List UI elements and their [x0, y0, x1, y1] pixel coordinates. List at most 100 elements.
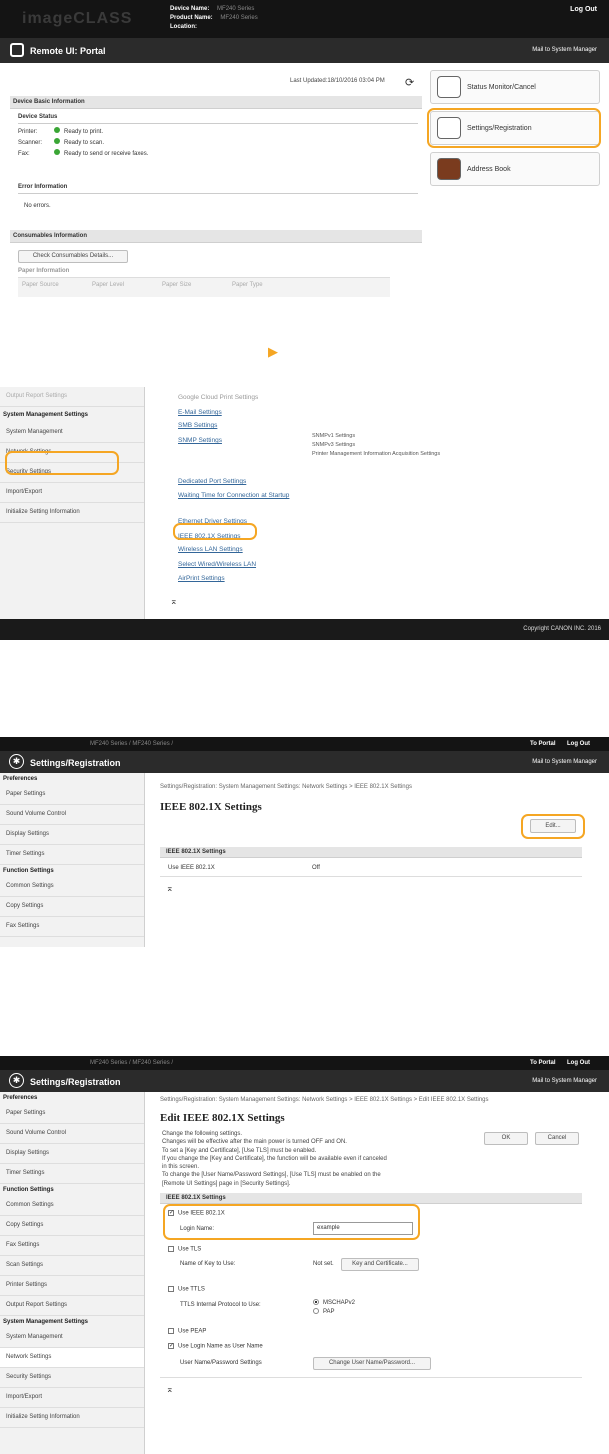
use-tls-checkbox[interactable]: Use TLS: [168, 1246, 201, 1253]
settings-link[interactable]: Dedicated Port Settings: [178, 477, 246, 486]
sidebar-item-import-export[interactable]: Import/Export: [0, 1388, 144, 1408]
top-header: MF240 Series / MF240 Series / To Portal …: [0, 1056, 609, 1070]
settings-link[interactable]: SNMP Settings: [178, 436, 222, 445]
sidebar-item-timer-settings[interactable]: Timer Settings: [0, 845, 144, 865]
mail-link[interactable]: Mail to System Manager: [532, 759, 597, 765]
settings-link[interactable]: Wireless LAN Settings: [178, 545, 243, 554]
use-ttls-label: Use TTLS: [178, 1286, 205, 1293]
checkbox-icon[interactable]: [168, 1246, 174, 1252]
cancel-button[interactable]: Cancel: [535, 1132, 579, 1145]
snmp-sub-link[interactable]: SNMPv3 Settings: [312, 441, 440, 450]
status-list: Printer: Ready to print. Scanner: Ready to …: [18, 127, 148, 160]
portal-menu-item[interactable]: Status Monitor/Cancel: [430, 70, 600, 104]
page-heading: Edit IEEE 802.1X Settings: [160, 1112, 285, 1124]
network-settings-screenshot: Output Report Settings System Management …: [0, 387, 609, 640]
sidebar-item-security-settings[interactable]: Security Settings: [0, 1368, 144, 1388]
paper-column-header: Paper Source: [22, 282, 59, 288]
radio-selected-icon[interactable]: [313, 1299, 319, 1306]
sidebar-item-output-report-settings[interactable]: Output Report Settings: [0, 1296, 144, 1316]
sidebar-item-display-settings[interactable]: Display Settings: [0, 1144, 144, 1164]
settings-link[interactable]: Waiting Time for Connection at Startup: [178, 491, 289, 500]
checkbox-icon[interactable]: [168, 1328, 174, 1334]
portal-menu-item[interactable]: Settings/Registration: [427, 108, 601, 148]
sidebar-item-initialize-setting-information[interactable]: Initialize Setting Information: [0, 503, 144, 523]
breadcrumb-top: MF240 Series / MF240 Series /: [90, 1060, 174, 1066]
radio-icon[interactable]: [313, 1308, 319, 1315]
mail-link[interactable]: Mail to System Manager: [532, 47, 597, 53]
snmp-sub-link[interactable]: Printer Management Information Acquisiti…: [312, 450, 440, 459]
status-ok-icon: [54, 127, 60, 133]
sidebar-item-common-settings[interactable]: Common Settings: [0, 1196, 144, 1216]
ok-button[interactable]: OK: [484, 1132, 528, 1145]
use-login-name-checkbox[interactable]: ✓ Use Login Name as User Name: [168, 1343, 263, 1350]
use-ieee-label: Use IEEE 802.1X: [168, 865, 215, 871]
mail-link[interactable]: Mail to System Manager: [532, 1078, 597, 1084]
snmp-sub-links: SNMPv1 Settings SNMPv3 Settings Printer Ma…: [312, 432, 440, 459]
status-row: Printer: Ready to print.: [18, 127, 148, 138]
sidebar-item-copy-settings[interactable]: Copy Settings: [0, 897, 144, 917]
ttls-radio-option[interactable]: MSCHAPv2: [313, 1299, 355, 1308]
sidebar-item-display-settings[interactable]: Display Settings: [0, 825, 144, 845]
sidebar-item-system-management[interactable]: System Management: [0, 1328, 144, 1348]
ieee-settings-screenshot: MF240 Series / MF240 Series / To Portal …: [0, 737, 609, 947]
refresh-icon[interactable]: ⟳: [405, 76, 414, 89]
ttls-radio-option[interactable]: PAP: [313, 1308, 355, 1317]
settings-link[interactable]: Google Cloud Print Settings: [178, 393, 258, 402]
use-peap-checkbox[interactable]: Use PEAP: [168, 1328, 206, 1335]
change-user-password-button[interactable]: Change User Name/Password...: [313, 1357, 431, 1370]
paper-table: Paper Source Paper Level Paper Size Paper T…: [18, 277, 390, 297]
use-login-name-label: Use Login Name as User Name: [178, 1343, 263, 1350]
sidebar-item-printer-settings[interactable]: Printer Settings: [0, 1276, 144, 1296]
sidebar-item-paper-settings[interactable]: Paper Settings: [0, 785, 144, 805]
sidebar-item-scan-settings[interactable]: Scan Settings: [0, 1256, 144, 1276]
key-certificate-button[interactable]: Key and Certificate...: [341, 1258, 419, 1271]
divider: [160, 876, 582, 877]
sidebar-item-sound-volume-control[interactable]: Sound Volume Control: [0, 805, 144, 825]
checkbox-icon[interactable]: [168, 1286, 174, 1292]
sidebar-item-sound-volume-control[interactable]: Sound Volume Control: [0, 1124, 144, 1144]
sidebar-item-paper-settings[interactable]: Paper Settings: [0, 1104, 144, 1124]
sidebar-item-initialize-setting-information[interactable]: Initialize Setting Information: [0, 1408, 144, 1428]
sidebar-item-common-settings[interactable]: Common Settings: [0, 877, 144, 897]
paper-column-header: Paper Size: [162, 282, 192, 288]
address-book-icon: [437, 158, 461, 180]
logout-link[interactable]: Log Out: [567, 741, 590, 747]
back-to-top-icon[interactable]: ⌅: [166, 883, 174, 894]
snmp-sub-link[interactable]: SNMPv1 Settings: [312, 432, 440, 441]
sidebar-item-output-report-settings[interactable]: Output Report Settings: [0, 387, 144, 407]
instructions: Change the following settings. Changes wi…: [162, 1130, 387, 1188]
device-info: Device Name: MF240 Series Product Name: …: [170, 5, 258, 32]
sidebar-item-network-settings[interactable]: Network Settings: [0, 1348, 144, 1368]
checkbox-checked-icon[interactable]: ✓: [168, 1343, 174, 1349]
settings-link[interactable]: E-Mail Settings: [178, 408, 222, 417]
use-tls-label: Use TLS: [178, 1246, 202, 1253]
sidebar-item-timer-settings[interactable]: Timer Settings: [0, 1164, 144, 1184]
portal-menu-item[interactable]: Address Book: [430, 152, 600, 186]
sidebar-item-fax-settings[interactable]: Fax Settings: [0, 1236, 144, 1256]
settings-link[interactable]: Select Wired/Wireless LAN: [178, 560, 256, 569]
back-to-top-icon[interactable]: ⌅: [166, 1384, 174, 1395]
portal-menu-label: Status Monitor/Cancel: [467, 84, 536, 91]
logout-link[interactable]: Log Out: [567, 1060, 590, 1066]
sidebar-heading: System Management Settings: [3, 412, 89, 418]
sidebar-item-import-export[interactable]: Import/Export: [0, 483, 144, 503]
back-to-top-icon[interactable]: ⌅: [170, 596, 178, 607]
sidebar-item-fax-settings[interactable]: Fax Settings: [0, 917, 144, 937]
to-portal-link[interactable]: To Portal: [530, 1060, 556, 1066]
ttls-protocol-options: MSCHAPv2 PAP: [313, 1299, 355, 1317]
status-label: Scanner:: [18, 140, 43, 146]
to-portal-link[interactable]: To Portal: [530, 741, 556, 747]
settings-link[interactable]: SMB Settings: [178, 421, 217, 430]
divider: [18, 193, 418, 194]
settings-link[interactable]: AirPrint Settings: [178, 574, 225, 583]
paper-info-heading: Paper Information: [18, 268, 70, 274]
status-label: Printer:: [18, 129, 38, 135]
no-errors-text: No errors.: [24, 203, 51, 209]
sidebar-item-copy-settings[interactable]: Copy Settings: [0, 1216, 144, 1236]
check-consumables-button[interactable]: Check Consumables Details...: [18, 250, 128, 263]
sidebar-item-system-management[interactable]: System Management: [0, 423, 144, 443]
use-ttls-checkbox[interactable]: Use TTLS: [168, 1286, 205, 1293]
use-peap-label: Use PEAP: [178, 1328, 207, 1335]
logout-link[interactable]: Log Out: [570, 6, 597, 13]
brand-logo: imageCLASS: [22, 10, 133, 27]
